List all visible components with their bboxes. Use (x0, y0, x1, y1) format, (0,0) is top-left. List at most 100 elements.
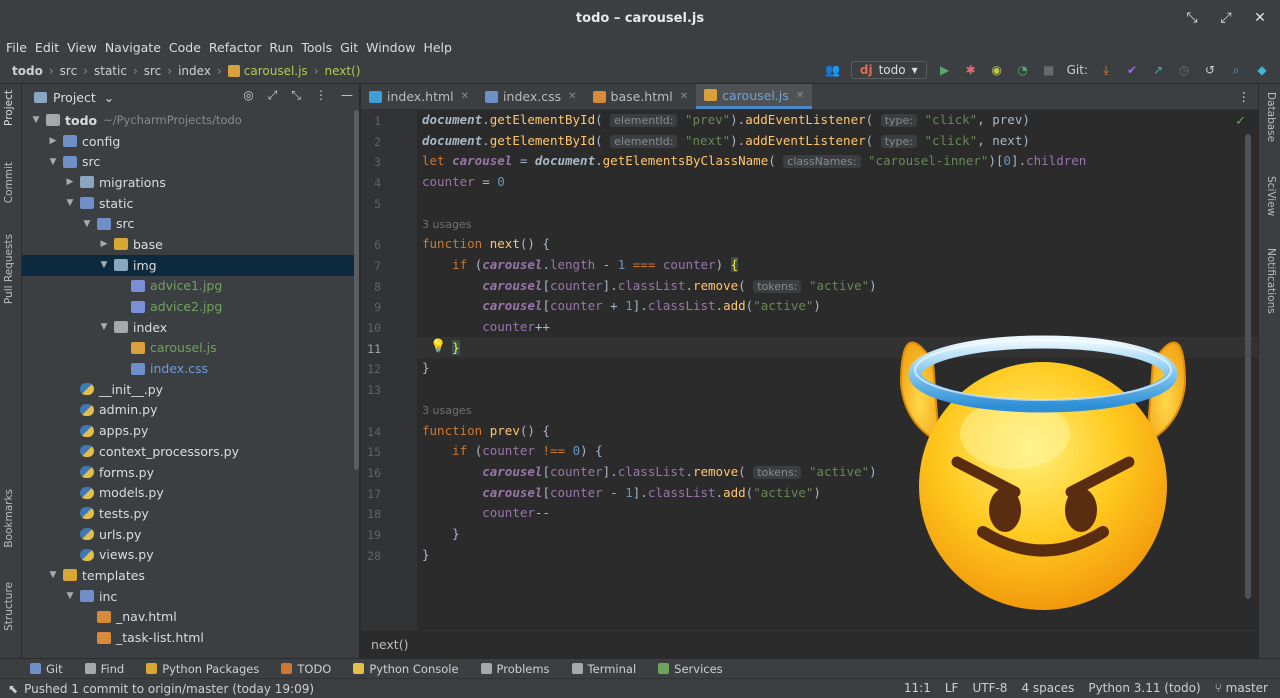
chevron-down-icon[interactable]: ▼ (98, 260, 110, 270)
menu-code[interactable]: Code (169, 40, 201, 55)
breadcrumb-item[interactable]: static (94, 64, 127, 78)
project-view-select[interactable]: Project (53, 90, 96, 105)
tab-bookmarks[interactable]: Bookmarks (3, 489, 15, 548)
tree-item[interactable]: carousel.js (22, 338, 359, 359)
close-icon[interactable]: ✕ (796, 90, 804, 101)
tree-item[interactable]: ▶ config (22, 131, 359, 152)
tree-item[interactable]: __init__.py (22, 379, 359, 400)
menu-git[interactable]: Git (340, 40, 358, 55)
usages-hint[interactable]: 3 usages (422, 400, 471, 421)
menu-tools[interactable]: Tools (301, 40, 332, 55)
profile-icon[interactable]: ◔ (1015, 62, 1031, 78)
ide-logo-icon[interactable]: ◆ (1254, 62, 1270, 78)
options-icon[interactable]: ⋮ (315, 88, 327, 103)
chevron-right-icon[interactable]: ▶ (98, 239, 110, 249)
tool-services[interactable]: Services (658, 662, 723, 676)
tool-terminal[interactable]: Terminal (571, 662, 636, 676)
tree-item[interactable]: admin.py (22, 400, 359, 421)
menu-view[interactable]: View (67, 40, 97, 55)
menu-run[interactable]: Run (269, 40, 293, 55)
code-breadcrumb[interactable]: next() (361, 630, 1258, 658)
git-push-icon[interactable]: ↗ (1150, 62, 1166, 78)
stop-icon[interactable]: ■ (1041, 62, 1057, 78)
tree-item[interactable]: context_processors.py (22, 441, 359, 462)
tab-structure[interactable]: Structure (3, 582, 15, 631)
tree-item[interactable]: ▼ src (22, 213, 359, 234)
file-encoding[interactable]: UTF-8 (972, 681, 1007, 695)
run-icon[interactable]: ▶ (937, 62, 953, 78)
history-icon[interactable]: ◷ (1176, 62, 1192, 78)
tab-sciview[interactable]: SciView (1265, 176, 1277, 216)
chevron-down-icon[interactable]: ▼ (47, 570, 59, 580)
status-message[interactable]: Pushed 1 commit to origin/master (today … (24, 682, 314, 696)
tree-item[interactable]: ▼ static (22, 193, 359, 214)
close-icon[interactable]: ✕ (680, 91, 688, 102)
tree-item[interactable]: ▼ inc (22, 586, 359, 607)
git-commit-icon[interactable]: ✔ (1124, 62, 1140, 78)
close-icon[interactable]: ✕ (461, 91, 469, 102)
line-separator[interactable]: LF (945, 681, 959, 695)
tool-python-packages[interactable]: Python Packages (146, 662, 259, 676)
git-update-icon[interactable]: ⤓ (1098, 62, 1114, 78)
search-icon[interactable]: ⌕ (1228, 62, 1244, 78)
hide-icon[interactable]: — (341, 88, 353, 103)
tree-item[interactable]: models.py (22, 482, 359, 503)
tool-find[interactable]: Find (84, 662, 124, 676)
chevron-down-icon[interactable]: ⌄ (104, 90, 114, 105)
expand-all-icon[interactable]: ⤢ (268, 88, 278, 103)
inspection-ok-icon[interactable]: ✓ (1235, 114, 1246, 129)
close-icon[interactable]: ✕ (568, 91, 576, 102)
rollback-icon[interactable]: ↺ (1202, 62, 1218, 78)
tab-carousel-js[interactable]: carousel.js ✕ (696, 84, 813, 109)
run-configuration-select[interactable]: dj todo ▾ (850, 61, 927, 79)
tree-item[interactable]: ▼ templates (22, 565, 359, 586)
tree-item[interactable]: advice1.jpg (22, 276, 359, 297)
maximize-icon[interactable]: ⤢ (1216, 8, 1236, 28)
menu-refactor[interactable]: Refactor (209, 40, 261, 55)
tab-database[interactable]: Database (1265, 92, 1277, 142)
chevron-down-icon[interactable]: ▼ (47, 157, 59, 167)
scrollbar[interactable] (354, 110, 359, 470)
tree-item[interactable]: apps.py (22, 420, 359, 441)
collapse-all-icon[interactable]: ⤡ (291, 88, 301, 103)
tab-notifications[interactable]: Notifications (1265, 248, 1277, 314)
tree-item[interactable]: urls.py (22, 524, 359, 545)
git-branch[interactable]: ⑂ master (1215, 681, 1268, 695)
menu-file[interactable]: File (6, 40, 27, 55)
lightbulb-icon[interactable]: 💡 (430, 339, 446, 354)
chevron-down-icon[interactable]: ▼ (64, 198, 76, 208)
chevron-down-icon[interactable]: ▼ (98, 322, 110, 332)
usages-hint[interactable]: 3 usages (422, 214, 471, 235)
tab-options-icon[interactable]: ⋮ (1230, 84, 1259, 109)
scrollbar[interactable] (1245, 134, 1251, 599)
tool-todo[interactable]: TODO (281, 662, 331, 676)
tab-commit[interactable]: Commit (3, 162, 15, 203)
user-icon[interactable]: 👥 (825, 62, 841, 78)
menu-help[interactable]: Help (423, 40, 452, 55)
breadcrumb-item[interactable]: todo (12, 64, 43, 78)
tab-project[interactable]: Project (3, 90, 15, 126)
chevron-right-icon[interactable]: ▶ (64, 177, 76, 187)
chevron-down-icon[interactable]: ▼ (64, 591, 76, 601)
tab-index-css[interactable]: index.css ✕ (477, 84, 584, 109)
menu-navigate[interactable]: Navigate (105, 40, 161, 55)
tree-item[interactable]: _task-list.html (22, 627, 359, 648)
tab-index-html[interactable]: index.html ✕ (361, 84, 477, 109)
breadcrumb-item[interactable]: src (60, 64, 78, 78)
tree-item[interactable]: ▶ base (22, 234, 359, 255)
breadcrumb-item[interactable]: src (144, 64, 162, 78)
tool-problems[interactable]: Problems (480, 662, 550, 676)
caret-position[interactable]: 11:1 (904, 681, 931, 695)
tree-item[interactable]: forms.py (22, 462, 359, 483)
breadcrumb-function[interactable]: next() (325, 64, 361, 78)
tool-git[interactable]: Git (30, 662, 63, 676)
tree-item[interactable]: ▶ migrations (22, 172, 359, 193)
indent-setting[interactable]: 4 spaces (1021, 681, 1074, 695)
tree-item[interactable]: ▼ index (22, 317, 359, 338)
breadcrumb-item[interactable]: index (178, 64, 211, 78)
python-interpreter[interactable]: Python 3.11 (todo) (1088, 681, 1200, 695)
tree-item[interactable]: tests.py (22, 503, 359, 524)
tree-item[interactable]: index.css (22, 358, 359, 379)
tree-item[interactable]: ▼ img (22, 254, 359, 276)
tree-item[interactable]: _nav.html (22, 607, 359, 628)
